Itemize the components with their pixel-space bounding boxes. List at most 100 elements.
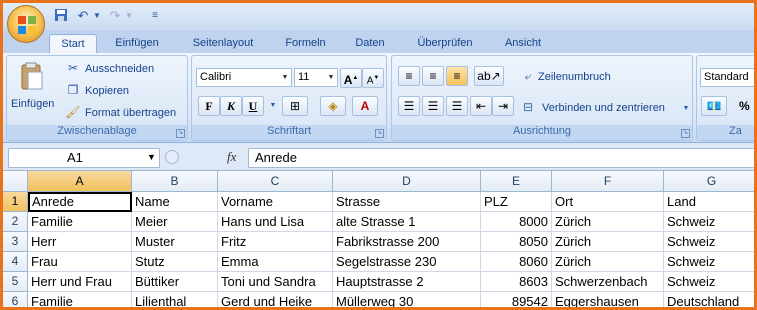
font-name-dropdown-icon[interactable]: ▼: [279, 69, 291, 86]
font-size-dropdown-icon[interactable]: ▼: [325, 69, 337, 86]
table-cell[interactable]: Gerd und Heike: [218, 292, 333, 307]
table-cell[interactable]: Segelstrasse 230: [333, 252, 481, 272]
header-cell[interactable]: Vorname: [218, 192, 333, 212]
row-header[interactable]: 3: [3, 232, 28, 252]
table-cell[interactable]: Herr und Frau: [28, 272, 132, 292]
align-center-icon[interactable]: ☰: [422, 96, 444, 116]
column-header-f[interactable]: F: [552, 171, 664, 192]
table-cell[interactable]: Büttiker: [132, 272, 218, 292]
underline-button[interactable]: U: [242, 96, 264, 116]
row-header[interactable]: 6: [3, 292, 28, 307]
tab-ueberpruefen[interactable]: Überprüfen: [407, 34, 483, 55]
header-cell[interactable]: Anrede: [28, 192, 132, 212]
font-color-icon[interactable]: A: [352, 96, 378, 116]
clipboard-launcher-icon[interactable]: ↘: [176, 129, 185, 138]
table-cell[interactable]: Emma: [218, 252, 333, 272]
alignment-launcher-icon[interactable]: ↘: [681, 129, 690, 138]
table-cell[interactable]: Zürich: [552, 252, 664, 272]
grow-font-icon[interactable]: A▲: [340, 68, 362, 88]
column-header-e[interactable]: E: [481, 171, 552, 192]
format-painter-icon[interactable]: 🖌: [65, 104, 81, 120]
header-cell[interactable]: PLZ: [481, 192, 552, 212]
insert-function-button[interactable]: fx: [227, 149, 236, 165]
font-launcher-icon[interactable]: ↘: [375, 129, 384, 138]
tab-start[interactable]: Start: [49, 34, 97, 55]
row-header[interactable]: 5: [3, 272, 28, 292]
table-cell[interactable]: alte Strasse 1: [333, 212, 481, 232]
column-header-b[interactable]: B: [132, 171, 218, 192]
number-format-combo[interactable]: Standard: [700, 68, 754, 87]
column-header-d[interactable]: D: [333, 171, 481, 192]
formula-input[interactable]: Anrede: [248, 148, 754, 168]
percent-button[interactable]: %: [739, 99, 750, 113]
header-cell[interactable]: Strasse: [333, 192, 481, 212]
align-top-icon[interactable]: ≡: [398, 66, 420, 86]
merge-dropdown-icon[interactable]: ▼: [678, 101, 694, 117]
name-box[interactable]: A1: [8, 148, 160, 168]
table-cell[interactable]: Schweiz: [664, 212, 754, 232]
underline-dropdown-icon[interactable]: ▼: [265, 98, 281, 114]
table-cell[interactable]: Hans und Lisa: [218, 212, 333, 232]
table-cell[interactable]: Schweiz: [664, 272, 754, 292]
column-header-a[interactable]: A: [28, 171, 132, 192]
table-cell[interactable]: Müllerweg 30: [333, 292, 481, 307]
customize-toolbar-icon[interactable]: ≡: [147, 8, 163, 24]
merge-center-icon[interactable]: ⊟: [520, 99, 536, 115]
table-cell[interactable]: Fabrikstrasse 200: [333, 232, 481, 252]
table-cell[interactable]: 8603: [481, 272, 552, 292]
align-right-icon[interactable]: ☰: [446, 96, 468, 116]
table-cell[interactable]: 89542: [481, 292, 552, 307]
currency-icon[interactable]: 💶: [701, 96, 727, 116]
wrap-text-icon[interactable]: ⤶: [520, 68, 536, 84]
undo-dropdown-icon[interactable]: ▼: [89, 8, 105, 24]
table-cell[interactable]: Familie: [28, 292, 132, 307]
tab-seitenlayout[interactable]: Seitenlayout: [183, 34, 263, 55]
shrink-font-icon[interactable]: A▼: [362, 68, 384, 88]
tab-daten[interactable]: Daten: [345, 34, 395, 55]
table-cell[interactable]: Fritz: [218, 232, 333, 252]
table-cell[interactable]: Zürich: [552, 232, 664, 252]
header-cell[interactable]: Name: [132, 192, 218, 212]
select-all-corner[interactable]: [3, 171, 28, 192]
format-painter-button[interactable]: Format übertragen: [85, 107, 176, 119]
row-header[interactable]: 1: [3, 192, 28, 212]
table-cell[interactable]: Stutz: [132, 252, 218, 272]
merge-center-button[interactable]: Verbinden und zentrieren: [542, 102, 665, 114]
paste-button-label[interactable]: Einfügen: [11, 98, 54, 110]
font-size-combo[interactable]: 11 ▼: [294, 68, 338, 87]
copy-button[interactable]: Kopieren: [85, 85, 129, 97]
copy-icon[interactable]: ❐: [65, 82, 81, 98]
row-header[interactable]: 2: [3, 212, 28, 232]
table-cell[interactable]: Schweiz: [664, 252, 754, 272]
save-icon[interactable]: [53, 8, 69, 24]
table-cell[interactable]: Deutschland: [664, 292, 754, 307]
header-cell[interactable]: Ort: [552, 192, 664, 212]
decrease-indent-icon[interactable]: ⇤: [470, 96, 492, 116]
table-cell[interactable]: Familie: [28, 212, 132, 232]
header-cell[interactable]: Land: [664, 192, 754, 212]
tab-formeln[interactable]: Formeln: [278, 34, 333, 55]
table-cell[interactable]: Eggershausen: [552, 292, 664, 307]
table-cell[interactable]: Frau: [28, 252, 132, 272]
table-cell[interactable]: Lilienthal: [132, 292, 218, 307]
wrap-text-button[interactable]: Zeilenumbruch: [538, 71, 611, 83]
column-header-c[interactable]: C: [218, 171, 333, 192]
column-header-g[interactable]: G: [664, 171, 754, 192]
table-cell[interactable]: Schweiz: [664, 232, 754, 252]
table-cell[interactable]: Herr: [28, 232, 132, 252]
bold-button[interactable]: F: [198, 96, 220, 116]
align-left-icon[interactable]: ☰: [398, 96, 420, 116]
name-box-dropdown-icon[interactable]: ▼: [147, 152, 156, 162]
table-cell[interactable]: Meier: [132, 212, 218, 232]
redo-dropdown-icon[interactable]: ▼: [121, 8, 137, 24]
table-cell[interactable]: Muster: [132, 232, 218, 252]
italic-button[interactable]: K: [220, 96, 242, 116]
paste-icon[interactable]: [19, 62, 45, 92]
table-cell[interactable]: 8000: [481, 212, 552, 232]
table-cell[interactable]: 8060: [481, 252, 552, 272]
orientation-icon[interactable]: ab↗: [474, 66, 504, 86]
align-middle-icon[interactable]: ≡: [422, 66, 444, 86]
increase-indent-icon[interactable]: ⇥: [492, 96, 514, 116]
row-header[interactable]: 4: [3, 252, 28, 272]
font-name-combo[interactable]: Calibri ▼: [196, 68, 292, 87]
